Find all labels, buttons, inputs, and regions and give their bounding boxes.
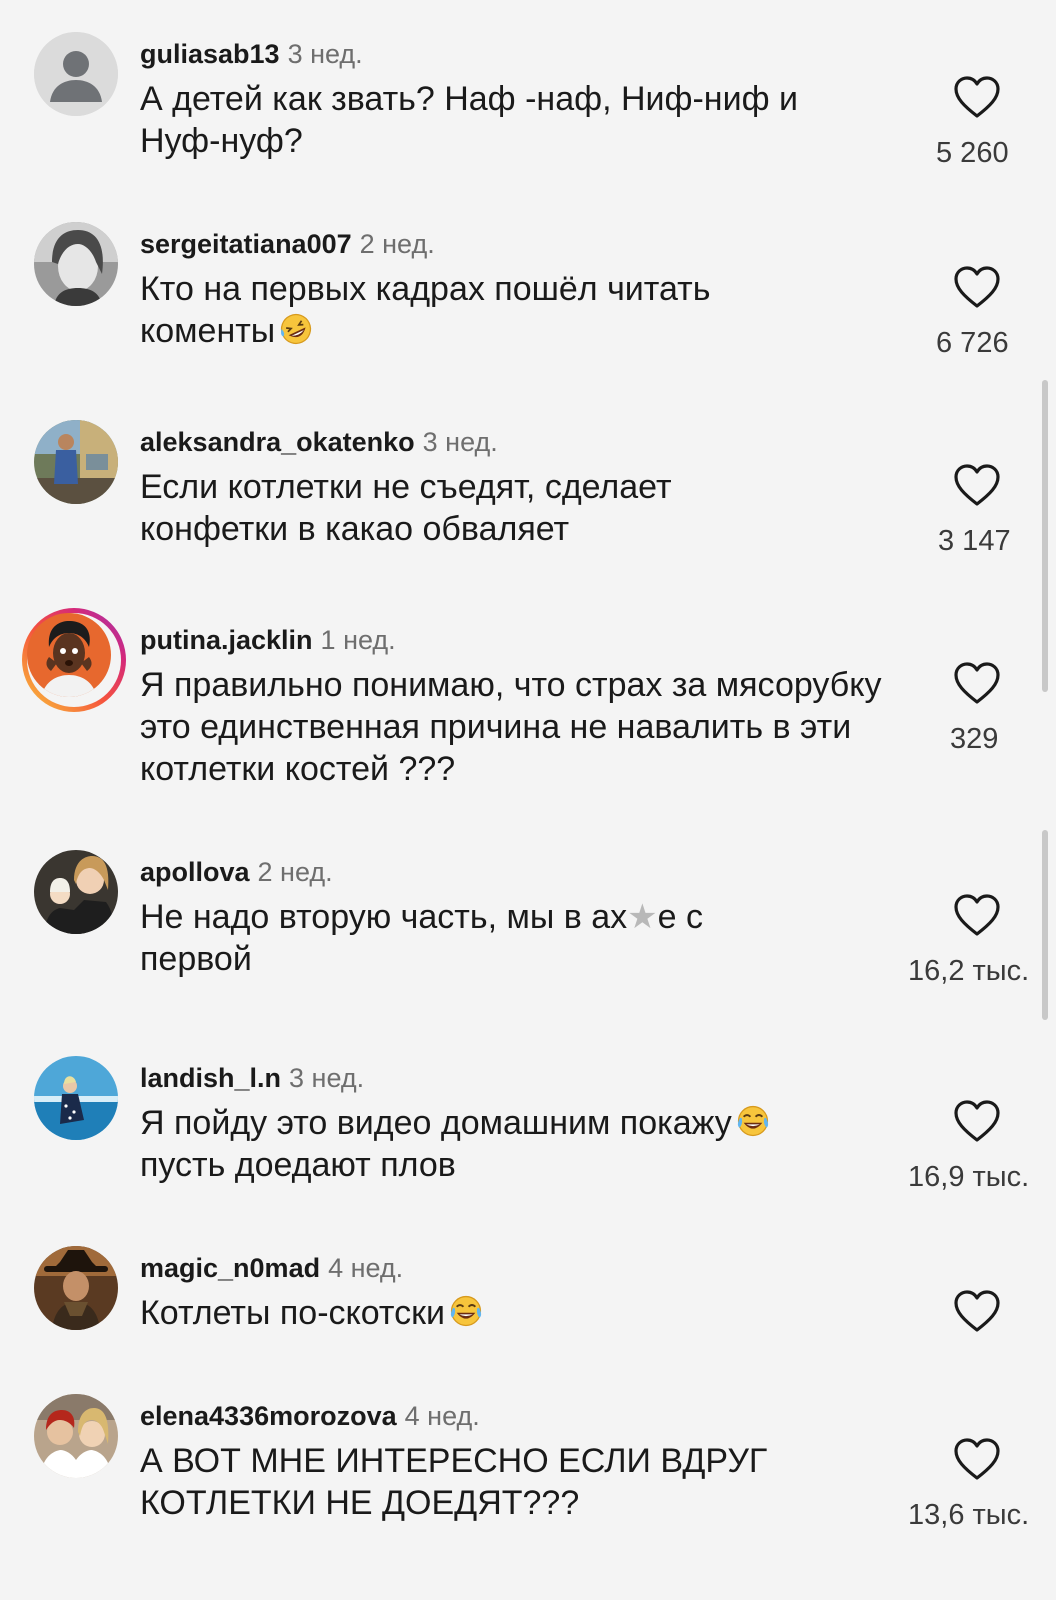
like-count: 329	[950, 723, 999, 755]
comment-text: А ВОТ МНЕ ИНТЕРЕСНО ЕСЛИ ВДРУГ КОТЛЕТКИ …	[140, 1442, 768, 1522]
comment-text: А детей как звать? Наф -наф, Ниф-ниф и Н…	[140, 80, 798, 160]
avatar[interactable]	[34, 222, 118, 306]
timestamp: 1 нед.	[320, 625, 396, 655]
profile-photo-with-story-ring	[27, 613, 111, 697]
comment-text: Котлеты по-скотски	[140, 1292, 900, 1334]
timestamp: 2 нед.	[257, 857, 333, 887]
comment-text: Я пойду это видео домашним покажу пусть …	[140, 1102, 900, 1186]
timestamp: 2 нед.	[359, 229, 435, 259]
heart-icon	[954, 662, 1000, 704]
heart-icon	[954, 266, 1000, 308]
comment-meta: putina.jacklin 1 нед.	[140, 624, 396, 656]
username[interactable]: magic_n0mad	[140, 1253, 320, 1283]
profile-photo	[34, 420, 118, 504]
avatar[interactable]	[34, 420, 118, 504]
heart-icon	[954, 1438, 1000, 1480]
face-with-tears-of-joy-emoji	[737, 1105, 768, 1137]
like-button[interactable]	[952, 892, 1002, 938]
like-button[interactable]	[952, 1288, 1002, 1334]
timestamp: 4 нед.	[328, 1253, 404, 1283]
like-button[interactable]	[952, 264, 1002, 310]
username[interactable]: aleksandra_okatenko	[140, 427, 415, 457]
like-button[interactable]	[952, 74, 1002, 120]
avatar[interactable]	[34, 850, 118, 934]
like-count: 13,6 тыс.	[908, 1499, 1030, 1531]
username[interactable]: apollova	[140, 857, 250, 887]
avatar[interactable]	[34, 1394, 118, 1478]
like-count: 5 260	[936, 137, 1009, 169]
comment-text-content: Котлеты по-скотски	[140, 1294, 445, 1332]
comments-list: guliasab13 3 нед. А детей как звать? Наф …	[0, 0, 1056, 1600]
comment-text-content: Не надо вторую часть, мы в ах	[140, 898, 628, 936]
avatar[interactable]	[34, 1056, 118, 1140]
face-with-tears-of-joy-emoji	[450, 1295, 482, 1327]
comment-text: Если котлетки не съедят, сделает конфетк…	[140, 468, 672, 548]
comment-text: Не надо вторую часть, мы в ах★е с первой	[140, 896, 780, 980]
username[interactable]: guliasab13	[140, 39, 280, 69]
like-button[interactable]	[952, 1098, 1002, 1144]
comment-meta: elena4336morozova 4 нед.	[140, 1400, 480, 1432]
profile-photo	[34, 1056, 118, 1140]
comment-meta: aleksandra_okatenko 3 нед.	[140, 426, 498, 458]
like-count: 16,9 тыс.	[908, 1161, 1030, 1193]
avatar[interactable]	[34, 1246, 118, 1330]
heart-icon	[954, 1100, 1000, 1142]
avatar[interactable]	[34, 32, 118, 116]
scrollbar[interactable]	[1042, 380, 1048, 692]
timestamp: 3 нед.	[422, 427, 498, 457]
username[interactable]: elena4336morozova	[140, 1401, 397, 1431]
heart-icon	[954, 76, 1000, 118]
avatar[interactable]	[22, 608, 126, 712]
like-button[interactable]	[952, 462, 1002, 508]
comment-text-content: Кто на первых кадрах пошёл читать комент…	[140, 270, 711, 350]
comment-meta: magic_n0mad 4 нед.	[140, 1252, 403, 1284]
username[interactable]: landish_l.n	[140, 1063, 281, 1093]
like-button[interactable]	[952, 660, 1002, 706]
timestamp: 3 нед.	[289, 1063, 365, 1093]
comment-meta: guliasab13 3 нед.	[140, 38, 363, 70]
scrollbar[interactable]	[1042, 830, 1048, 1020]
heart-icon	[954, 1290, 1000, 1332]
comment-meta: landish_l.n 3 нед.	[140, 1062, 364, 1094]
profile-photo	[34, 850, 118, 934]
like-button[interactable]	[952, 1436, 1002, 1482]
comment-text-content: пусть доедают плов	[140, 1146, 456, 1184]
comment-meta: sergeitatiana007 2 нед.	[140, 228, 435, 260]
profile-photo	[34, 1394, 118, 1478]
like-count: 6 726	[936, 327, 1009, 359]
timestamp: 4 нед.	[404, 1401, 480, 1431]
heart-icon	[954, 464, 1000, 506]
like-count: 3 147	[938, 525, 1011, 557]
like-count: 16,2 тыс.	[908, 955, 1030, 987]
timestamp: 3 нед.	[287, 39, 363, 69]
comment-text: Я правильно понимаю, что страх за мясору…	[140, 666, 882, 788]
comment-meta: apollova 2 нед.	[140, 856, 333, 888]
comment-text-content: Я пойду это видео домашним покажу	[140, 1104, 732, 1142]
default-avatar-icon	[34, 32, 118, 116]
censor-star-icon: ★	[627, 898, 658, 936]
username[interactable]: sergeitatiana007	[140, 229, 352, 259]
profile-photo	[34, 1246, 118, 1330]
rolling-on-floor-laughing-emoji	[281, 313, 312, 345]
comment-text: Кто на первых кадрах пошёл читать комент…	[140, 268, 790, 352]
profile-photo	[34, 222, 118, 306]
username[interactable]: putina.jacklin	[140, 625, 313, 655]
heart-icon	[954, 894, 1000, 936]
